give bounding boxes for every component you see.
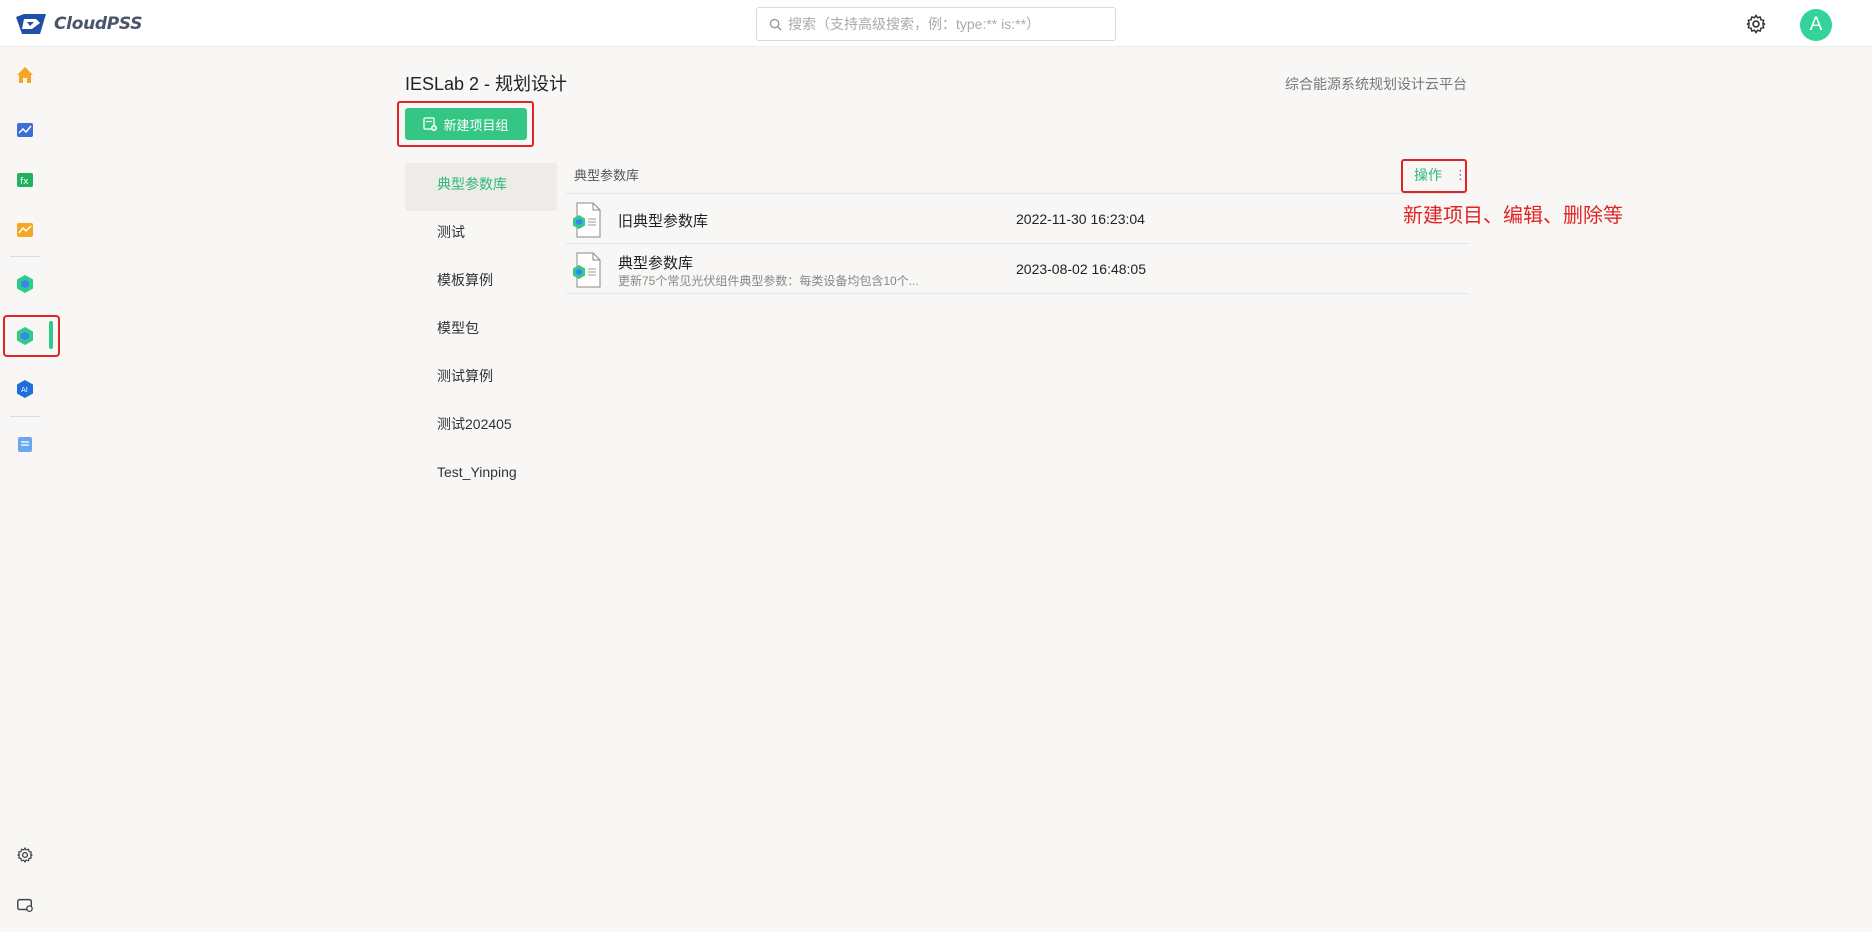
rail-divider (10, 416, 40, 417)
table-header-title: 典型参数库 (574, 168, 640, 183)
page-title: IESLab 2 - 规划设计 (405, 74, 568, 94)
operation-highlight (1401, 159, 1467, 193)
project-description: 更新75个常见光伏组件典型参数：每类设备均包含10个... (618, 274, 919, 288)
group-item-model-package[interactable]: 模型包 (405, 307, 557, 355)
trend-app-icon[interactable] (12, 217, 38, 243)
table-row[interactable]: 典型参数库 更新75个常见光伏组件典型参数：每类设备均包含10个... 2023… (566, 244, 1469, 294)
annotation-text: 新建项目、编辑、删除等 (1403, 205, 1623, 227)
user-avatar[interactable]: A (1800, 9, 1832, 41)
search-input[interactable] (788, 16, 1108, 32)
settings-icon[interactable] (12, 842, 38, 868)
search-icon (769, 18, 782, 31)
search-box[interactable] (756, 7, 1116, 41)
project-date: 2022-11-30 16:23:04 (1016, 211, 1145, 227)
home-icon[interactable] (12, 62, 38, 88)
group-item-typical-params[interactable]: 典型参数库 (405, 163, 557, 211)
active-rail-indicator (49, 321, 53, 349)
project-file-icon (573, 252, 601, 288)
new-group-highlight (397, 101, 534, 147)
device-settings-icon[interactable] (12, 892, 38, 918)
settings-gear-icon[interactable] (1745, 13, 1767, 35)
group-item-test-yinping[interactable]: Test_Yinping (405, 451, 557, 499)
project-name[interactable]: 典型参数库 (618, 252, 693, 273)
table-header: 典型参数库 操作 ⋮ (566, 160, 1469, 194)
project-name[interactable]: 旧典型参数库 (618, 210, 708, 231)
group-item-test[interactable]: 测试 (405, 211, 557, 259)
top-bar: CloudPSS A (0, 0, 1872, 47)
function-app-icon[interactable]: fx (12, 167, 38, 193)
group-item-test-cases[interactable]: 测试算例 (405, 355, 557, 403)
page-subtitle: 综合能源系统规划设计云平台 (1285, 76, 1467, 92)
document-icon[interactable] (12, 431, 38, 457)
svg-text:AI: AI (21, 386, 28, 394)
ieslab-app-icon[interactable] (12, 271, 38, 297)
brand-name: CloudPSS (54, 14, 143, 34)
project-file-icon (573, 202, 601, 238)
ai-app-icon[interactable]: AI (12, 376, 38, 402)
group-item-template-cases[interactable]: 模板算例 (405, 259, 557, 307)
svg-text:fx: fx (20, 177, 29, 187)
table-row[interactable]: 旧典型参数库 2022-11-30 16:23:04 (566, 194, 1469, 244)
chart-app-icon[interactable] (12, 117, 38, 143)
group-list: 典型参数库 测试 模板算例 模型包 测试算例 测试202405 Test_Yin… (405, 163, 557, 499)
project-table: 典型参数库 操作 ⋮ 旧典型参数库 2022-11-30 16:23:04 典型… (566, 160, 1469, 294)
left-rail: fx AI (0, 48, 50, 932)
logo[interactable]: CloudPSS (14, 12, 143, 36)
group-item-test202405[interactable]: 测试202405 (405, 403, 557, 451)
cloudpss-logo-icon (16, 14, 46, 34)
project-date: 2023-08-02 16:48:05 (1016, 261, 1146, 277)
rail-divider (10, 256, 40, 257)
